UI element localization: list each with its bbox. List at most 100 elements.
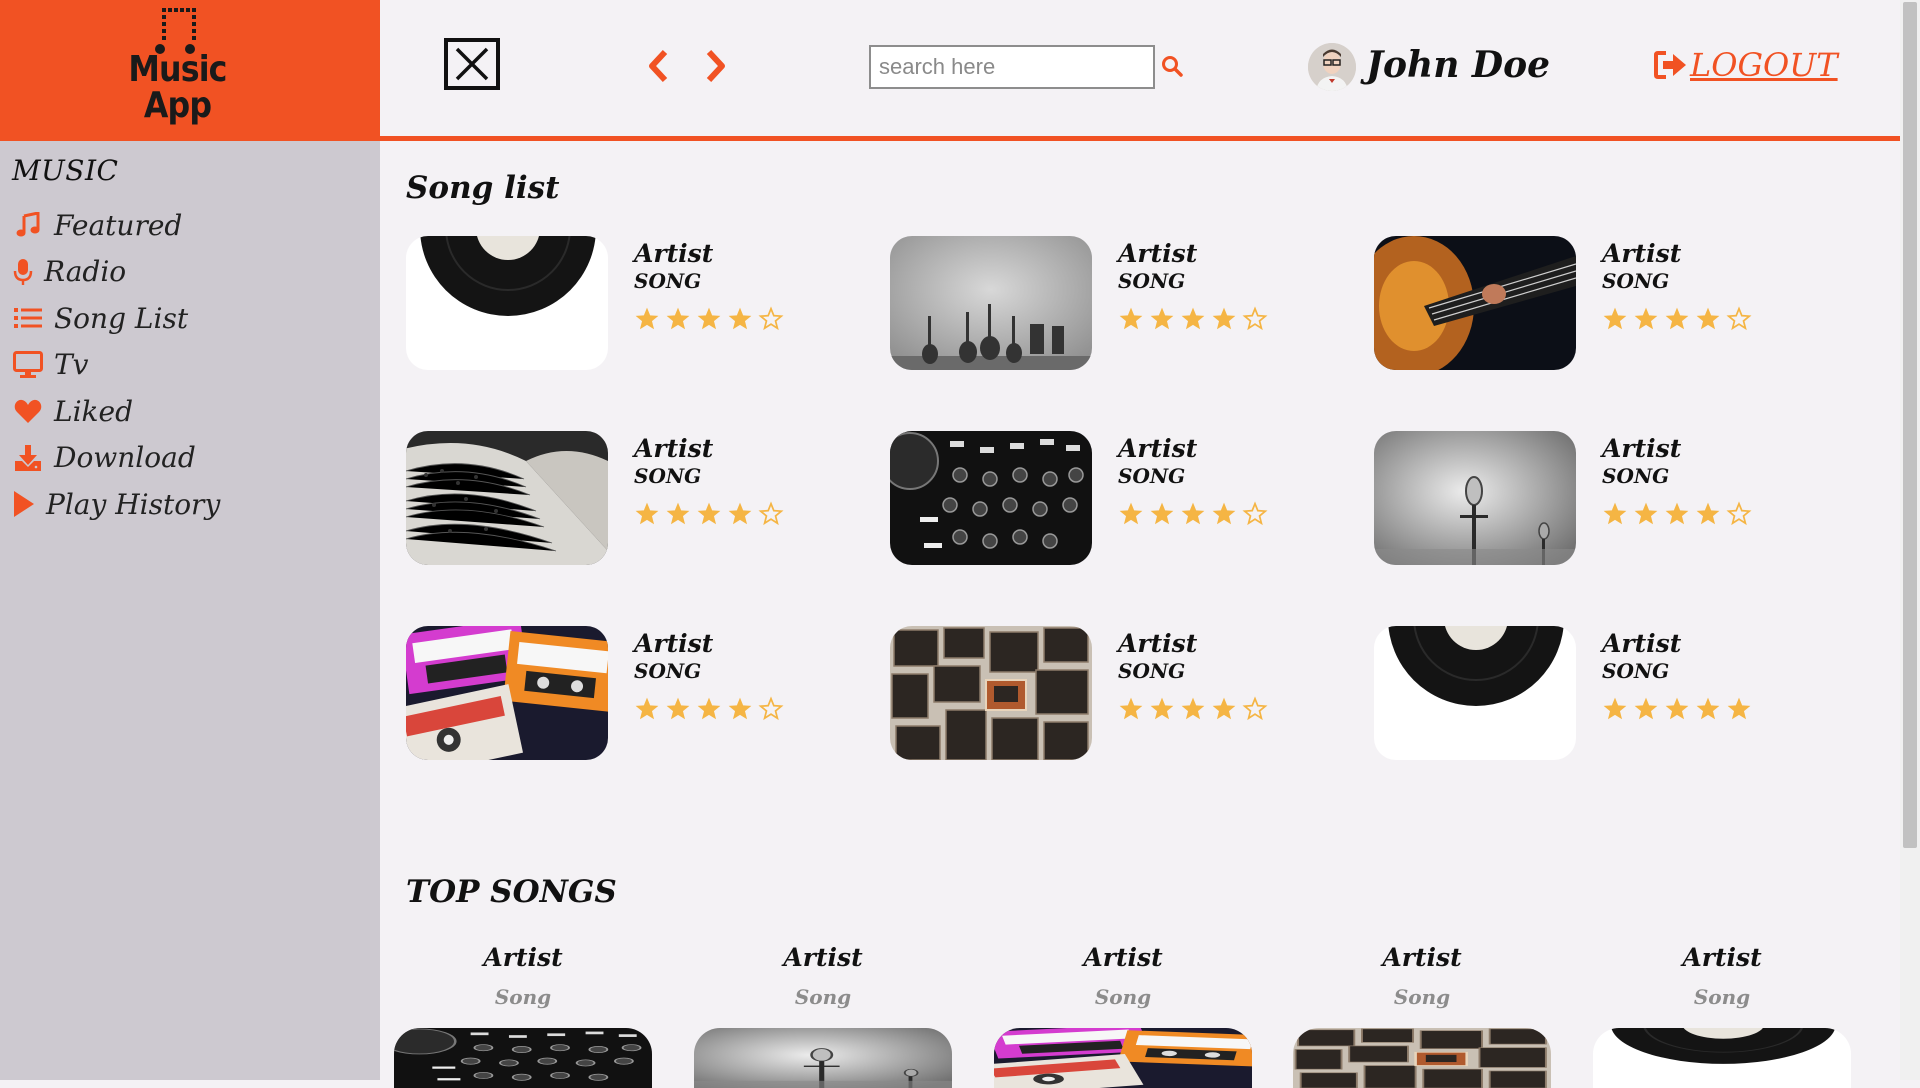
- album-art[interactable]: [1374, 431, 1576, 565]
- album-art[interactable]: [1374, 626, 1576, 760]
- star-rating[interactable]: [1118, 696, 1273, 722]
- avatar[interactable]: [1308, 43, 1356, 91]
- star-filled-icon[interactable]: [1211, 501, 1242, 527]
- album-art[interactable]: [406, 431, 608, 565]
- star-filled-icon[interactable]: [1726, 696, 1757, 722]
- star-filled-icon[interactable]: [1149, 501, 1180, 527]
- star-filled-icon[interactable]: [1664, 306, 1695, 332]
- logo[interactable]: Music App: [0, 0, 380, 141]
- star-filled-icon[interactable]: [1180, 306, 1211, 332]
- song-title[interactable]: Song: [1293, 982, 1551, 1012]
- top-song-item[interactable]: Artist Song: [1293, 940, 1551, 1088]
- star-filled-icon[interactable]: [634, 501, 665, 527]
- song-card[interactable]: Artist SONG: [1374, 626, 1834, 766]
- star-empty-icon[interactable]: [1726, 306, 1757, 332]
- star-empty-icon[interactable]: [758, 306, 789, 332]
- star-filled-icon[interactable]: [1118, 696, 1149, 722]
- star-filled-icon[interactable]: [1149, 306, 1180, 332]
- song-card[interactable]: Artist SONG: [1374, 431, 1834, 571]
- star-filled-icon[interactable]: [665, 306, 696, 332]
- album-art[interactable]: [1593, 1028, 1851, 1088]
- song-title[interactable]: SONG: [634, 464, 701, 488]
- star-filled-icon[interactable]: [1664, 501, 1695, 527]
- sidebar-item-download[interactable]: Download: [12, 435, 220, 482]
- star-empty-icon[interactable]: [1726, 501, 1757, 527]
- star-rating[interactable]: [1602, 306, 1757, 332]
- song-title[interactable]: Song: [394, 982, 652, 1012]
- sidebar-item-radio[interactable]: Radio: [12, 249, 220, 296]
- star-filled-icon[interactable]: [1602, 306, 1633, 332]
- sidebar-item-tv[interactable]: Tv: [12, 342, 220, 389]
- star-filled-icon[interactable]: [665, 501, 696, 527]
- top-song-item[interactable]: Artist Song: [694, 940, 952, 1088]
- star-rating[interactable]: [1118, 501, 1273, 527]
- star-filled-icon[interactable]: [1602, 501, 1633, 527]
- logout-button[interactable]: LOGOUT: [1654, 46, 1838, 84]
- song-card[interactable]: Artist SONG: [890, 626, 1350, 766]
- top-song-item[interactable]: Artist Song: [1593, 940, 1851, 1088]
- song-title[interactable]: SONG: [634, 269, 701, 293]
- user-name[interactable]: John Doe: [1366, 44, 1550, 86]
- search-button[interactable]: [1158, 52, 1186, 80]
- song-title[interactable]: SONG: [1602, 464, 1669, 488]
- album-art[interactable]: [890, 626, 1092, 760]
- top-song-item[interactable]: Artist Song: [394, 940, 652, 1088]
- album-art[interactable]: [1374, 236, 1576, 370]
- star-filled-icon[interactable]: [1633, 306, 1664, 332]
- star-filled-icon[interactable]: [1695, 501, 1726, 527]
- star-filled-icon[interactable]: [727, 306, 758, 332]
- album-art[interactable]: [394, 1028, 652, 1088]
- artist-name[interactable]: Artist: [634, 629, 713, 658]
- star-filled-icon[interactable]: [1664, 696, 1695, 722]
- star-rating[interactable]: [634, 306, 789, 332]
- star-rating[interactable]: [1118, 306, 1273, 332]
- star-filled-icon[interactable]: [1118, 501, 1149, 527]
- star-filled-icon[interactable]: [1180, 501, 1211, 527]
- star-filled-icon[interactable]: [696, 501, 727, 527]
- star-filled-icon[interactable]: [1602, 696, 1633, 722]
- artist-name[interactable]: Artist: [634, 239, 713, 268]
- album-art[interactable]: [890, 431, 1092, 565]
- star-filled-icon[interactable]: [1695, 696, 1726, 722]
- album-art[interactable]: [406, 236, 608, 370]
- sidebar-item-liked[interactable]: Liked: [12, 388, 220, 435]
- star-rating[interactable]: [634, 501, 789, 527]
- song-title[interactable]: Song: [994, 982, 1252, 1012]
- song-title[interactable]: Song: [1593, 982, 1851, 1012]
- sidebar-item-song-list[interactable]: Song List: [12, 295, 220, 342]
- artist-name[interactable]: Artist: [994, 940, 1252, 976]
- artist-name[interactable]: Artist: [1118, 629, 1197, 658]
- star-empty-icon[interactable]: [758, 501, 789, 527]
- star-filled-icon[interactable]: [1211, 306, 1242, 332]
- star-filled-icon[interactable]: [1695, 306, 1726, 332]
- star-rating[interactable]: [634, 696, 789, 722]
- album-art[interactable]: [694, 1028, 952, 1088]
- song-card[interactable]: Artist SONG: [890, 431, 1350, 571]
- artist-name[interactable]: Artist: [1118, 239, 1197, 268]
- top-song-item[interactable]: Artist Song: [994, 940, 1252, 1088]
- song-title[interactable]: SONG: [1118, 659, 1185, 683]
- star-filled-icon[interactable]: [1633, 696, 1664, 722]
- close-button[interactable]: [444, 38, 500, 90]
- song-card[interactable]: Artist SONG: [406, 626, 866, 766]
- back-button[interactable]: [640, 46, 676, 86]
- artist-name[interactable]: Artist: [1602, 239, 1681, 268]
- sidebar-item-play-history[interactable]: Play History: [12, 481, 220, 528]
- star-filled-icon[interactable]: [665, 696, 696, 722]
- song-title[interactable]: SONG: [1602, 269, 1669, 293]
- album-art[interactable]: [406, 626, 608, 760]
- star-filled-icon[interactable]: [1633, 501, 1664, 527]
- song-card[interactable]: Artist SONG: [406, 236, 866, 376]
- album-art[interactable]: [1293, 1028, 1551, 1088]
- artist-name[interactable]: Artist: [394, 940, 652, 976]
- song-card[interactable]: Artist SONG: [890, 236, 1350, 376]
- star-filled-icon[interactable]: [634, 696, 665, 722]
- star-empty-icon[interactable]: [1242, 696, 1273, 722]
- star-rating[interactable]: [1602, 501, 1757, 527]
- artist-name[interactable]: Artist: [634, 434, 713, 463]
- artist-name[interactable]: Artist: [1602, 629, 1681, 658]
- artist-name[interactable]: Artist: [1593, 940, 1851, 976]
- song-title[interactable]: SONG: [1118, 464, 1185, 488]
- star-empty-icon[interactable]: [1242, 306, 1273, 332]
- star-rating[interactable]: [1602, 696, 1757, 722]
